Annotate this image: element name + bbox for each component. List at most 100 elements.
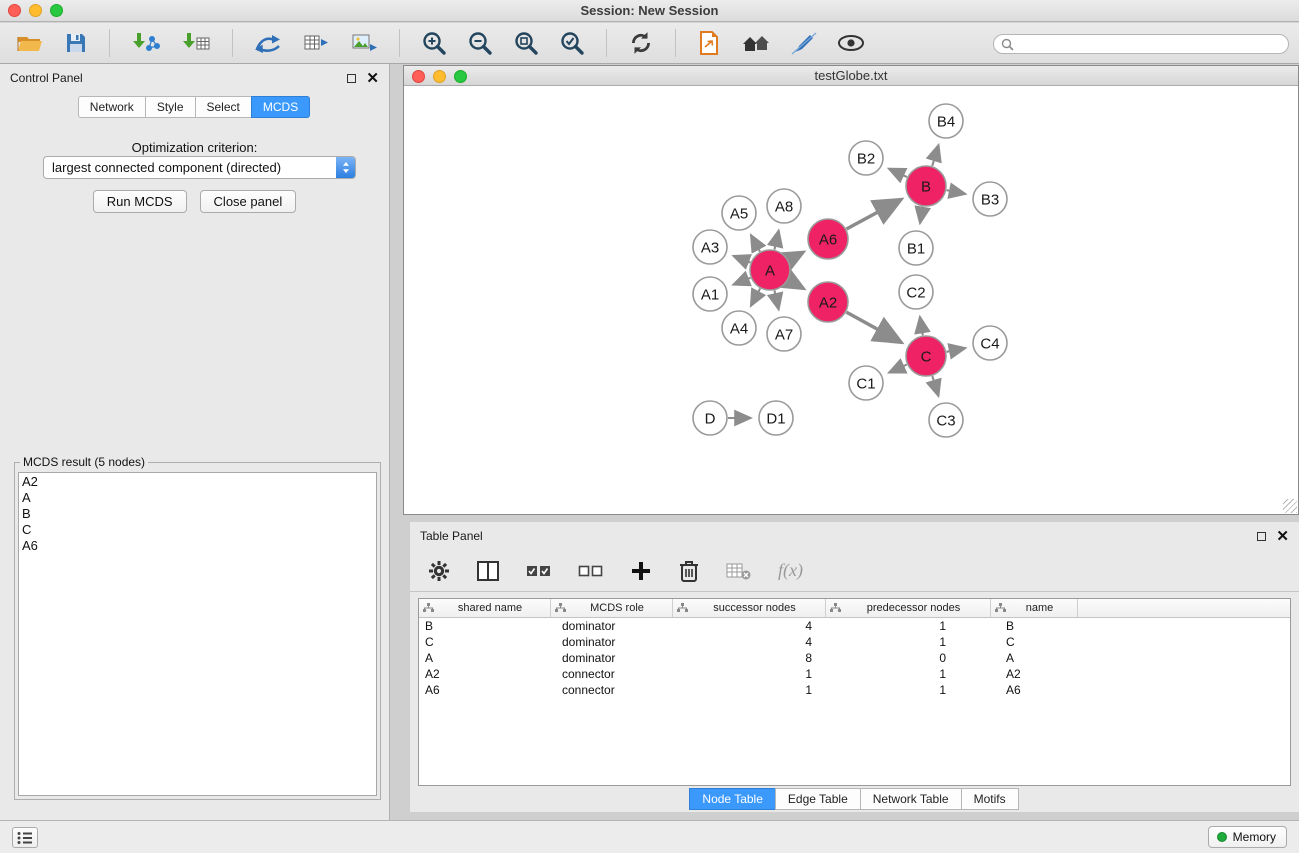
edge-A2-C[interactable]: [846, 312, 901, 342]
network-window-titlebar[interactable]: testGlobe.txt: [404, 66, 1298, 86]
close-network-button[interactable]: [412, 70, 425, 83]
resize-grip[interactable]: [1283, 499, 1297, 513]
refresh-button[interactable]: [624, 28, 658, 58]
edge-B-B3[interactable]: [947, 190, 966, 194]
run-mcds-button[interactable]: Run MCDS: [93, 190, 187, 213]
tab-motifs[interactable]: Motifs: [961, 788, 1019, 810]
node-D[interactable]: D: [693, 401, 727, 435]
show-hide-button[interactable]: [833, 32, 869, 54]
table-row[interactable]: A6connector11A6: [419, 682, 1290, 698]
edge-C-C4[interactable]: [947, 348, 966, 352]
network-canvas[interactable]: B4B2BB3A5A8A6B1A3AA1C2A2A4A7C4C1CC3DD1: [404, 86, 1298, 514]
mcds-result-item[interactable]: C: [22, 522, 373, 538]
zoom-fit-button[interactable]: [509, 28, 543, 58]
node-C1[interactable]: C1: [849, 366, 883, 400]
zoom-selected-button[interactable]: [555, 28, 589, 58]
close-panel-icon[interactable]: ✕: [366, 71, 379, 86]
node-A2[interactable]: A2: [808, 282, 848, 322]
column-header-predecessor-nodes[interactable]: predecessor nodes: [826, 599, 991, 617]
edge-A-A5[interactable]: [751, 235, 760, 252]
column-header-name[interactable]: name: [991, 599, 1078, 617]
save-session-button[interactable]: [60, 29, 92, 57]
add-column-button[interactable]: [626, 558, 656, 584]
edge-A-A1[interactable]: [733, 278, 750, 285]
import-network-button[interactable]: [127, 29, 165, 57]
memory-button[interactable]: Memory: [1208, 826, 1287, 848]
mcds-result-item[interactable]: B: [22, 506, 373, 522]
node-A7[interactable]: A7: [767, 317, 801, 351]
zoom-in-button[interactable]: [417, 28, 451, 58]
node-A5[interactable]: A5: [722, 196, 756, 230]
open-session-button[interactable]: [12, 29, 48, 57]
close-table-panel-icon[interactable]: ✕: [1276, 529, 1289, 544]
tab-node-table[interactable]: Node Table: [689, 788, 776, 810]
maximize-network-button[interactable]: [454, 70, 467, 83]
edge-B-B4[interactable]: [932, 145, 938, 166]
float-table-panel-icon[interactable]: [1257, 532, 1266, 541]
function-builder-button[interactable]: f(x): [774, 558, 807, 583]
float-panel-icon[interactable]: [347, 74, 356, 83]
node-B1[interactable]: B1: [899, 231, 933, 265]
node-C[interactable]: C: [906, 336, 946, 376]
node-A6[interactable]: A6: [808, 219, 848, 259]
edge-A-A8[interactable]: [775, 230, 779, 249]
node-C4[interactable]: C4: [973, 326, 1007, 360]
minimize-network-button[interactable]: [433, 70, 446, 83]
open-document-button[interactable]: [693, 28, 725, 58]
node-A3[interactable]: A3: [693, 230, 727, 264]
table-row[interactable]: Cdominator41C: [419, 634, 1290, 650]
node-A1[interactable]: A1: [693, 277, 727, 311]
column-header-MCDS-role[interactable]: MCDS role: [551, 599, 673, 617]
export-table-button[interactable]: [298, 29, 334, 57]
table-row[interactable]: Bdominator41B: [419, 618, 1290, 634]
show-columns-button[interactable]: [473, 559, 503, 583]
node-table[interactable]: shared nameMCDS rolesuccessor nodesprede…: [418, 598, 1291, 786]
task-history-button[interactable]: [12, 827, 38, 848]
close-window-button[interactable]: [8, 4, 21, 17]
node-B2[interactable]: B2: [849, 141, 883, 175]
mcds-result-item[interactable]: A2: [22, 474, 373, 490]
home-button[interactable]: [737, 30, 775, 56]
tab-style[interactable]: Style: [145, 96, 196, 118]
edge-A-A3[interactable]: [733, 256, 750, 263]
edge-A-A4[interactable]: [751, 289, 760, 307]
edge-B-B1[interactable]: [920, 207, 923, 224]
node-A4[interactable]: A4: [722, 311, 756, 345]
edge-C-C3[interactable]: [932, 376, 938, 396]
mcds-result-item[interactable]: A: [22, 490, 373, 506]
import-table-button[interactable]: [177, 29, 215, 57]
edge-B-B2[interactable]: [889, 169, 907, 178]
edge-A-A7[interactable]: [775, 291, 779, 310]
table-row[interactable]: Adominator80A: [419, 650, 1290, 666]
zoom-out-button[interactable]: [463, 28, 497, 58]
node-A8[interactable]: A8: [767, 189, 801, 223]
edge-A6-B[interactable]: [847, 199, 902, 229]
export-network-button[interactable]: [250, 29, 286, 57]
edge-C-C2[interactable]: [920, 317, 923, 336]
node-C2[interactable]: C2: [899, 275, 933, 309]
mcds-result-item[interactable]: A6: [22, 538, 373, 554]
select-all-button[interactable]: [522, 560, 555, 582]
tab-mcds[interactable]: MCDS: [251, 96, 310, 118]
table-settings-button[interactable]: [424, 558, 454, 584]
column-header-shared-name[interactable]: shared name: [419, 599, 551, 617]
export-image-button[interactable]: [346, 29, 382, 57]
search-box[interactable]: [993, 34, 1289, 54]
node-C3[interactable]: C3: [929, 403, 963, 437]
window-titlebar[interactable]: Session: New Session: [0, 0, 1299, 22]
node-B3[interactable]: B3: [973, 182, 1007, 216]
tab-select[interactable]: Select: [195, 96, 252, 118]
node-A[interactable]: A: [750, 250, 790, 290]
search-input[interactable]: [1014, 37, 1288, 51]
node-B[interactable]: B: [906, 166, 946, 206]
style-brush-button[interactable]: [787, 29, 821, 57]
column-header-successor-nodes[interactable]: successor nodes: [673, 599, 826, 617]
edge-A-A2[interactable]: [788, 280, 803, 288]
delete-column-button[interactable]: [675, 557, 703, 585]
mcds-result-list[interactable]: A2ABCA6: [18, 472, 377, 796]
edge-A-A6[interactable]: [789, 252, 804, 260]
optimization-criterion-select[interactable]: largest connected component (directed): [43, 156, 356, 179]
minimize-window-button[interactable]: [29, 4, 42, 17]
table-row[interactable]: A2connector11A2: [419, 666, 1290, 682]
maximize-window-button[interactable]: [50, 4, 63, 17]
